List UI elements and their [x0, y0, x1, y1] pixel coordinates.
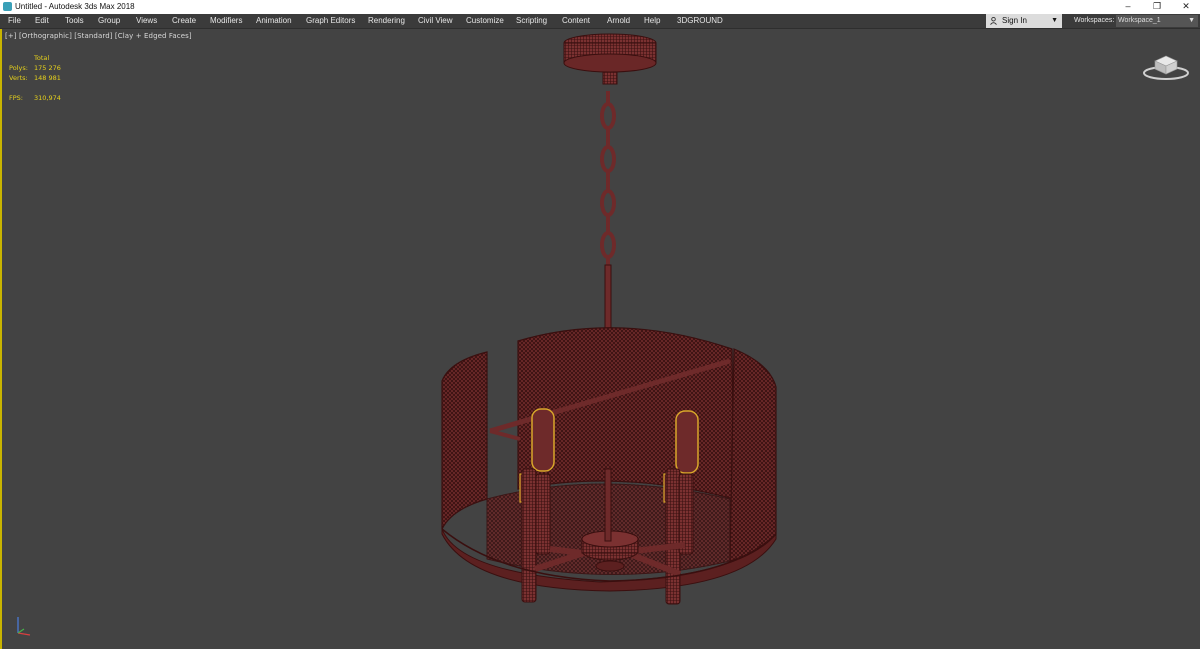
close-icon[interactable]: ✕	[1171, 0, 1200, 14]
window-title: Untitled - Autodesk 3ds Max 2018	[15, 2, 135, 11]
menu-views[interactable]: Views	[136, 14, 157, 28]
menu-file[interactable]: File	[8, 14, 21, 28]
menu-arnold[interactable]: Arnold	[607, 14, 630, 28]
menu-scripting[interactable]: Scripting	[516, 14, 547, 28]
workspace-select[interactable]: Workspace_1 ▼	[1116, 15, 1198, 27]
chevron-down-icon: ▼	[1051, 17, 1058, 24]
menu-tools[interactable]: Tools	[65, 14, 84, 28]
menu-content[interactable]: Content	[562, 14, 590, 28]
workspace-value: Workspace_1	[1118, 17, 1161, 24]
app-icon	[3, 2, 12, 11]
menu-graph-editors[interactable]: Graph Editors	[306, 14, 355, 28]
user-icon	[990, 17, 997, 25]
menu-help[interactable]: Help	[644, 14, 660, 28]
menu-edit[interactable]: Edit	[35, 14, 49, 28]
menu-3dground[interactable]: 3DGROUND	[677, 14, 723, 28]
menu-rendering[interactable]: Rendering	[368, 14, 405, 28]
minimize-icon[interactable]: –	[1113, 0, 1143, 14]
chain	[600, 91, 616, 269]
down-rod	[604, 264, 612, 336]
menu-customize[interactable]: Customize	[466, 14, 504, 28]
sign-in-button[interactable]: Sign In ▼	[986, 14, 1062, 28]
menu-create[interactable]: Create	[172, 14, 196, 28]
chevron-down-icon: ▼	[1188, 17, 1195, 24]
title-bar: Untitled - Autodesk 3ds Max 2018 – ❐ ✕	[0, 0, 1200, 14]
menu-modifiers[interactable]: Modifiers	[210, 14, 242, 28]
menu-civil-view[interactable]: Civil View	[418, 14, 453, 28]
chandelier-model[interactable]	[0, 29, 1200, 649]
restore-icon[interactable]: ❐	[1142, 0, 1172, 14]
sign-in-label: Sign In	[1002, 16, 1027, 25]
workspaces-label: Workspaces:	[1074, 17, 1115, 24]
menu-group[interactable]: Group	[98, 14, 120, 28]
menu-animation[interactable]: Animation	[256, 14, 292, 28]
ceiling-canopy	[563, 33, 657, 85]
